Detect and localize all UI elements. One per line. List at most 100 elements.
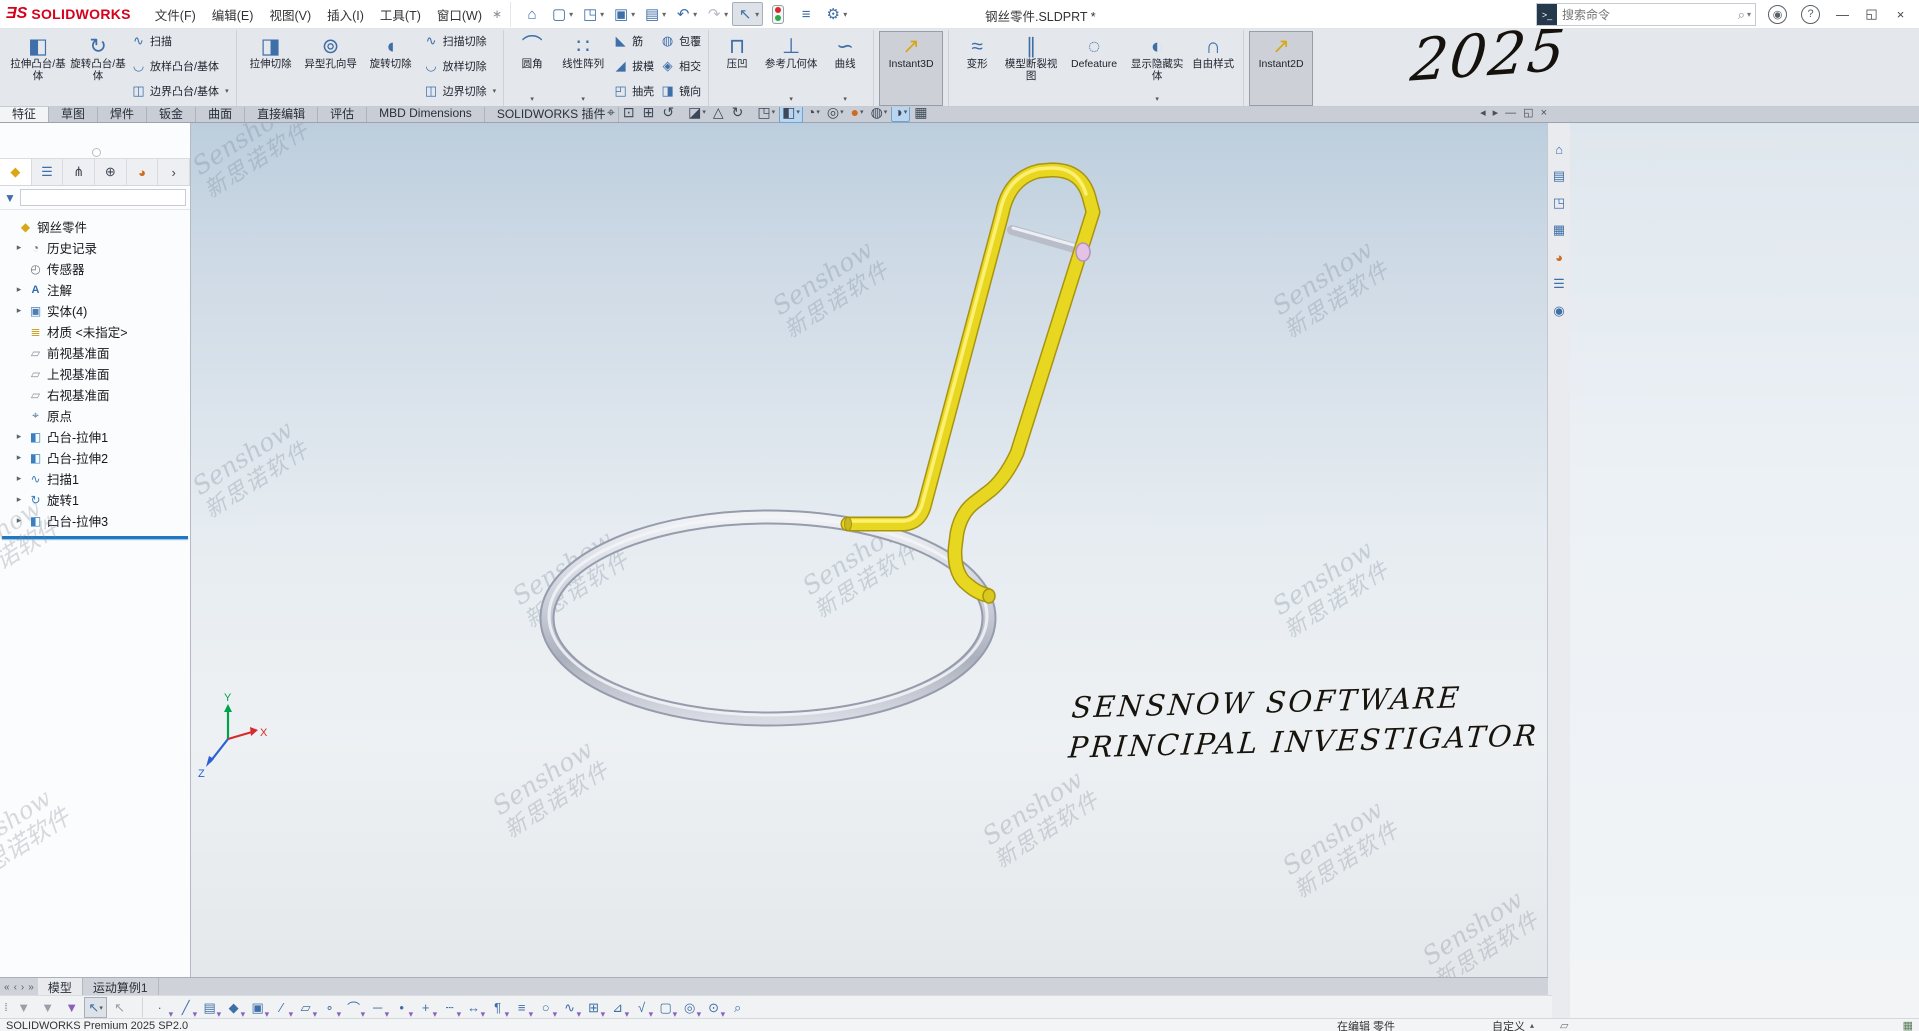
model-rod-body[interactable] — [1012, 228, 1078, 249]
tab-scroll-right-button[interactable]: ▸ — [1493, 106, 1499, 119]
toolbar-drag-handle[interactable]: ⁞⁞ — [4, 1002, 6, 1014]
solidworks-forum-tab[interactable]: ◉ — [1550, 302, 1568, 320]
select-button[interactable]: ↖ ▾ — [732, 2, 763, 26]
extruded-boss-button[interactable]: ◧ 拉伸凸台/基体 — [9, 31, 67, 106]
tree-item-boss-extrude2[interactable]: ▸ ◧ 凸台-拉伸2 — [0, 447, 190, 468]
filter-midpoints-button[interactable]: • — [390, 997, 413, 1018]
menu-window[interactable]: 窗口(W) — [429, 1, 490, 28]
tree-item-sweep1[interactable]: ▸ ∿ 扫描1 — [0, 468, 190, 489]
tree-item-origin[interactable]: ⌖ 原点 — [0, 405, 190, 426]
model-tab[interactable]: 模型 — [38, 978, 83, 996]
tree-item-sensors[interactable]: ◴ 传感器 — [0, 258, 190, 279]
lofted-cut-button[interactable]: ◡放样切除 — [424, 58, 497, 74]
home-button[interactable]: ⌂ — [519, 2, 546, 26]
expand-arrow-icon[interactable]: ▸ — [14, 494, 24, 505]
draft-button[interactable]: ◢拔模 — [613, 58, 654, 74]
expand-arrow-icon[interactable]: ▸ — [14, 452, 24, 463]
tag-icon[interactable]: ▱ — [1560, 1019, 1568, 1031]
tree-item-front-plane[interactable]: ▱ 前视基准面 — [0, 342, 190, 363]
expand-arrow-icon[interactable]: ▸ — [14, 515, 24, 526]
redo-button[interactable]: ↷ ▾ — [701, 2, 732, 26]
intersect-button[interactable]: ◈相交 — [660, 58, 701, 74]
restore-button[interactable]: ◱ — [1857, 1, 1886, 27]
model-rod-cap[interactable] — [1076, 243, 1090, 261]
tree-item-revolve1[interactable]: ▸ ↻ 旋转1 — [0, 489, 190, 510]
expand-arrow-icon[interactable]: ▸ — [14, 242, 24, 253]
undo-button[interactable]: ↶ ▾ — [670, 2, 701, 26]
pin-menubar-icon[interactable]: ∗ — [492, 7, 502, 21]
reference-geometry-button[interactable]: ⊥ 参考几何体 ▾ — [762, 31, 820, 106]
filter-balloons-button[interactable]: ○ — [534, 997, 557, 1018]
lofted-boss-button[interactable]: ◡放样凸台/基体 — [131, 58, 229, 74]
tab-nav-icon[interactable]: « — [3, 982, 11, 993]
filter-blocks-button[interactable]: ▢ — [654, 997, 677, 1018]
command-search-box[interactable]: >_ ⌕ ▾ — [1536, 3, 1756, 26]
panel-grip[interactable] — [92, 148, 101, 157]
tree-root-part[interactable]: ◆ 钢丝零件 — [0, 216, 190, 237]
file-properties-button[interactable]: ≡ — [793, 3, 819, 26]
filter-sketch-points-button[interactable]: ∘ — [318, 997, 341, 1018]
menu-tools[interactable]: 工具(T) — [372, 1, 429, 28]
clear-selection-filters-button[interactable]: ▼ — [36, 997, 59, 1018]
custom-properties-tab[interactable]: ☰ — [1550, 275, 1568, 293]
rollback-bar[interactable] — [2, 536, 188, 539]
filter-annotations-button[interactable]: ¶ — [486, 997, 509, 1018]
design-library-tab[interactable]: ▤ — [1550, 167, 1568, 185]
graphics-area[interactable]: Senshow新思诺软件 Senshow新思诺软件 Senshow新思诺软件 S… — [190, 122, 1548, 977]
rebuild-button[interactable] — [764, 2, 792, 27]
rib-button[interactable]: ◣筋 — [613, 33, 654, 49]
tree-item-boss-extrude1[interactable]: ▸ ◧ 凸台-拉伸1 — [0, 426, 190, 447]
filter-edges-button[interactable]: ╱ — [174, 997, 197, 1018]
tree-item-right-plane[interactable]: ▱ 右视基准面 — [0, 384, 190, 405]
linear-pattern-button[interactable]: ∷ 线性阵列 ▾ — [557, 31, 609, 106]
customize-menu[interactable]: 自定义 ▴ — [1492, 1018, 1534, 1031]
displaymanager-tab[interactable]: ◕ — [127, 159, 159, 185]
tree-item-annotations[interactable]: ▸ A 注解 — [0, 279, 190, 300]
swept-cut-button[interactable]: ∿扫描切除 — [424, 33, 497, 49]
boundary-cut-button[interactable]: ◫边界切除▾ — [424, 83, 497, 99]
model-break-view-button[interactable]: ∥ 模型断裂视图 — [1002, 31, 1060, 106]
tab-nav-icon[interactable]: » — [27, 982, 35, 993]
expand-arrow-icon[interactable]: ▸ — [14, 305, 24, 316]
extruded-cut-button[interactable]: ◨ 拉伸切除 — [242, 31, 300, 106]
tab-scroll-left-button[interactable]: ◂ — [1480, 106, 1486, 119]
options-button[interactable]: ⚙ ▾ — [820, 2, 851, 26]
menu-insert[interactable]: 插入(I) — [319, 1, 372, 28]
filter-dimensions-button[interactable]: ↔ — [462, 997, 485, 1018]
solidworks-resources-tab[interactable]: ⌂ — [1550, 140, 1568, 158]
toggle-selection-filters-button[interactable]: ▼ — [12, 997, 35, 1018]
save-button[interactable]: ▣ ▾ — [608, 2, 639, 26]
open-button[interactable]: ◳ ▾ — [577, 2, 608, 26]
status-corner-icon[interactable]: ▦ — [1903, 1019, 1913, 1031]
doc-minimize-button[interactable]: — — [1505, 107, 1516, 119]
indent-button[interactable]: ⊓ 压凹 — [714, 31, 760, 106]
curves-button[interactable]: ∽ 曲线 ▾ — [822, 31, 868, 106]
revolved-cut-button[interactable]: ◖ 旋转切除 — [362, 31, 420, 106]
filter-solid-bodies-button[interactable]: ▣ — [246, 997, 269, 1018]
panel-flyout-chevron[interactable]: › — [158, 159, 190, 185]
filter-sketches-button[interactable]: ⌒ — [342, 997, 365, 1018]
filter-surface-finish-button[interactable]: √ — [630, 997, 653, 1018]
swept-boss-button[interactable]: ∿扫描 — [131, 33, 229, 49]
filter-surface-bodies-button[interactable]: ◆ — [222, 997, 245, 1018]
expand-arrow-icon[interactable]: ▸ — [14, 284, 24, 295]
tab-nav-icon[interactable]: ‹ — [13, 982, 18, 993]
appearances-scenes-tab[interactable]: ◕ — [1550, 248, 1568, 266]
filter-gtol-button[interactable]: ⊞ — [582, 997, 605, 1018]
propertymanager-tab[interactable]: ☰ — [32, 159, 64, 185]
tree-item-material[interactable]: ≣ 材质 <未指定> — [0, 321, 190, 342]
print-button[interactable]: ▤ ▾ — [639, 2, 670, 26]
tree-item-history[interactable]: ▸ ◔ 历史记录 — [0, 237, 190, 258]
search-dropdown-icon[interactable]: ▾ — [1747, 10, 1755, 19]
filter-center-marks-button[interactable]: + — [414, 997, 437, 1018]
doc-close-button[interactable]: × — [1541, 107, 1547, 119]
motion-study-tab[interactable]: 运动算例1 — [83, 978, 159, 996]
mirror-button[interactable]: ◨镜向 — [660, 83, 701, 99]
filter-weld-symbols-button[interactable]: ∿ — [558, 997, 581, 1018]
menu-view[interactable]: 视图(V) — [261, 1, 319, 28]
hole-wizard-button[interactable]: ⊚ 异型孔向导 — [302, 31, 360, 106]
account-icon[interactable]: ◉ — [1768, 5, 1787, 24]
view-palette-tab[interactable]: ▦ — [1550, 221, 1568, 239]
tree-item-top-plane[interactable]: ▱ 上视基准面 — [0, 363, 190, 384]
filter-centerlines-button[interactable]: ┄ — [438, 997, 461, 1018]
